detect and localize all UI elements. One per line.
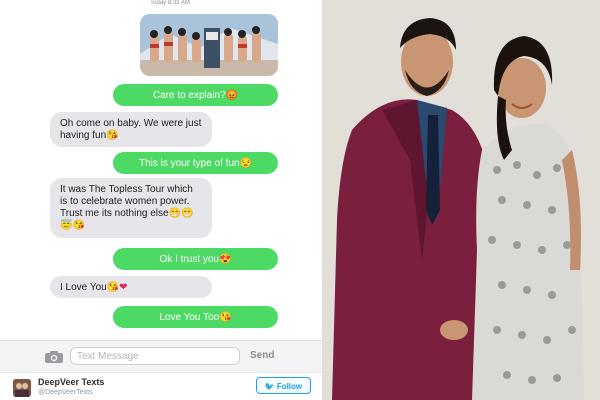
chat-bubble-outgoing[interactable]: Love You Too😘 <box>113 306 278 328</box>
chat-bubble-outgoing[interactable]: This is your type of fun😒 <box>113 152 278 174</box>
message-input[interactable]: Text Message <box>70 347 240 365</box>
message-text: Care to explain? <box>152 90 226 101</box>
chat-screenshot: Today 8:33 AM Care to explain?😡 Oh come … <box>0 0 322 400</box>
message-timestamp: Today 8:33 AM <box>150 0 190 6</box>
couple-photo <box>322 0 600 400</box>
chat-bubble-incoming[interactable]: Oh come on baby. We were just having fun… <box>50 112 212 147</box>
photo-message[interactable] <box>140 14 278 76</box>
message-text: I Love You <box>60 282 107 293</box>
twitter-bird-icon: 🐦 <box>264 382 275 391</box>
chat-bubble-incoming[interactable]: I Love You😘❤ <box>50 276 212 298</box>
chat-bubble-incoming[interactable]: It was The Topless Tour which is to cele… <box>50 178 212 238</box>
account-handle[interactable]: @DeepVeerTexts <box>38 389 93 396</box>
message-input-bar: Text Message Send <box>0 340 322 373</box>
message-text: Oh come on baby. We were just having fun <box>60 118 202 141</box>
message-text: Ok I trust you <box>159 254 219 265</box>
message-text: This is your type of fun <box>138 158 240 169</box>
group-photo-image <box>140 14 278 76</box>
tweet-author-bar: DeepVeer Texts @DeepVeerTexts 🐦 Follow <box>0 372 322 400</box>
emoji-icon: 😘❤ <box>106 282 128 293</box>
emoji-icon: 😘 <box>106 130 119 141</box>
emoji-icon: 😘 <box>219 312 232 323</box>
send-button[interactable]: Send <box>250 347 274 365</box>
follow-button[interactable]: 🐦 Follow <box>256 377 311 394</box>
couple-photo-image <box>322 0 600 400</box>
account-name[interactable]: DeepVeer Texts <box>38 377 104 387</box>
emoji-icon: 😡 <box>225 90 239 101</box>
camera-icon[interactable] <box>44 350 64 364</box>
avatar[interactable] <box>13 379 31 397</box>
follow-label: Follow <box>276 382 303 391</box>
chat-bubble-outgoing[interactable]: Care to explain?😡 <box>113 84 278 106</box>
message-text: Love You Too <box>159 312 220 323</box>
emoji-icon: 😍 <box>219 254 232 265</box>
chat-bubble-outgoing[interactable]: Ok I trust you😍 <box>113 248 278 270</box>
emoji-icon: 😒 <box>239 158 253 169</box>
